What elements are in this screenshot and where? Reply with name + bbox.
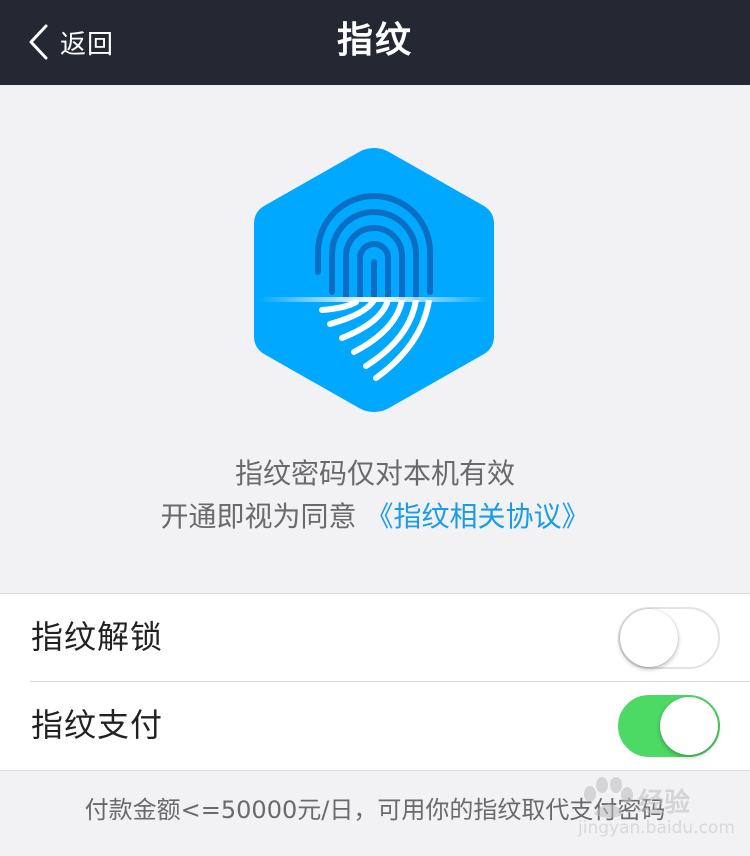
setting-row-payment: 指纹支付 (0, 682, 750, 769)
back-label: 返回 (60, 29, 115, 60)
fingerprint-hexagon-icon (248, 142, 500, 418)
setting-row-unlock: 指纹解锁 (0, 594, 750, 682)
fingerprint-notice: 指纹密码仅对本机有效 (234, 457, 515, 490)
agreement-prefix: 开通即视为同意 (160, 500, 366, 533)
setting-label: 指纹支付 (31, 706, 164, 744)
back-button[interactable]: 返回 (26, 22, 114, 62)
agreement-link[interactable]: 《指纹相关协议》 (365, 500, 589, 533)
settings-group: 指纹解锁 指纹支付 (0, 593, 750, 771)
footer-note: 付款金额<=50000元/日，可用你的指纹取代支付密码 (84, 796, 666, 824)
unlock-toggle[interactable] (618, 607, 720, 669)
toggle-knob (620, 609, 678, 667)
toggle-knob (660, 697, 718, 755)
payment-toggle[interactable] (618, 695, 720, 757)
agreement-notice: 开通即视为同意 《指纹相关协议》 (0, 495, 750, 535)
chevron-left-icon (26, 23, 50, 61)
navigation-bar: 返回 指纹 (0, 0, 750, 85)
setting-label: 指纹解锁 (31, 618, 164, 656)
